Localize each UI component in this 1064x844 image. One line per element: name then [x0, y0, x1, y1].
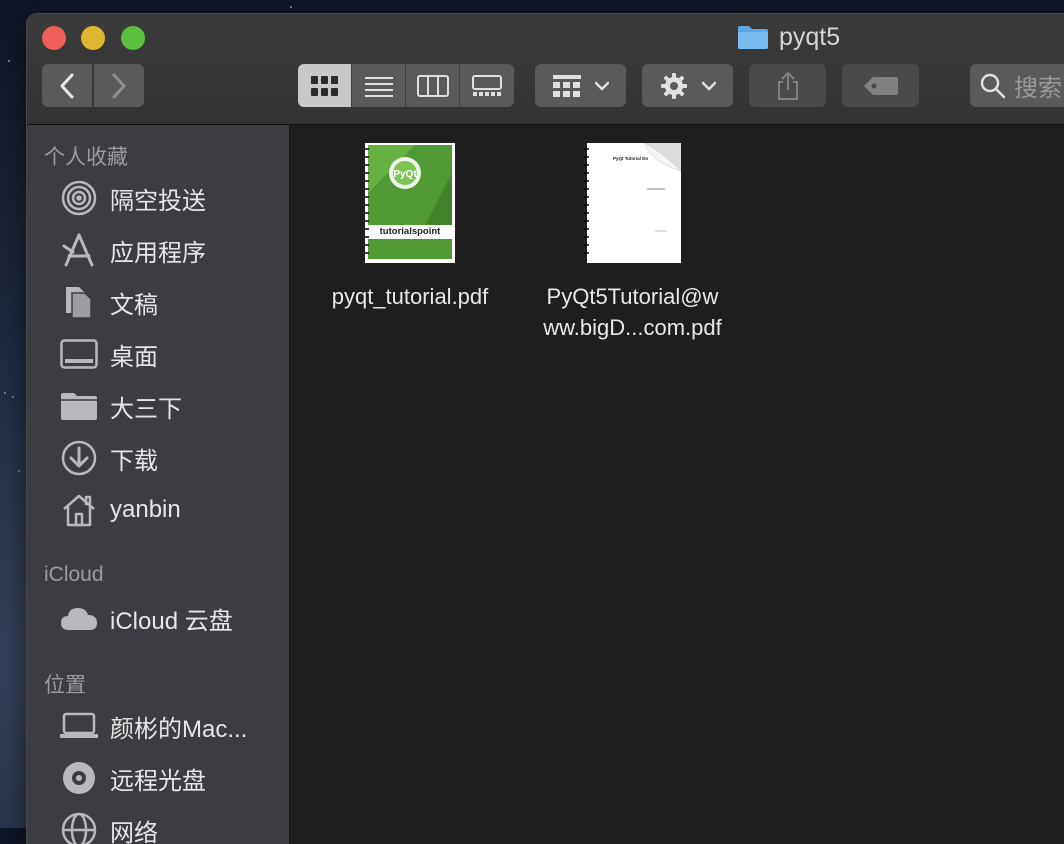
close-button[interactable] [42, 26, 66, 50]
cover-label: PyQt Tutorial Do [613, 156, 648, 161]
list-icon [364, 75, 394, 97]
search-field[interactable]: 搜索 [970, 64, 1064, 107]
tag-icon [863, 76, 899, 96]
sidebar-item-label: 网络 [110, 813, 158, 844]
chevron-left-icon [59, 73, 75, 99]
tag-button[interactable] [842, 64, 919, 107]
file-item[interactable]: PyQt Tutorial Do PyQt5Tutorial@w ww.bigD… [530, 143, 735, 343]
section-title-icloud: iCloud [44, 563, 104, 587]
sidebar-item-remote-disc[interactable]: 远程光盘 [60, 758, 206, 798]
gallery-icon [472, 75, 502, 97]
desktop-star [290, 6, 292, 8]
laptop-icon [60, 707, 98, 745]
documents-icon [60, 283, 98, 321]
sidebar-item-label: 远程光盘 [110, 761, 206, 796]
sidebar-item-label: 隔空投送 [110, 181, 206, 216]
sidebar-item-icloud-drive[interactable]: iCloud 云盘 [60, 598, 233, 638]
desktop-star [4, 392, 6, 394]
cover-label: PyQt [393, 169, 417, 180]
share-icon [776, 71, 800, 101]
group-by-button[interactable] [535, 64, 626, 107]
sidebar-item-airdrop[interactable]: 隔空投送 [60, 178, 206, 218]
forward-button[interactable] [94, 64, 144, 107]
downloads-icon [60, 439, 98, 477]
share-button[interactable] [749, 64, 826, 107]
search-placeholder: 搜索 [1014, 68, 1062, 103]
section-title-locations: 位置 [44, 669, 86, 699]
icon-view-button[interactable] [298, 64, 352, 107]
group-grid-icon [553, 75, 581, 97]
desktop-icon [60, 335, 98, 373]
file-browser: PyQt tutorialspoint pyqt_tutorial.pdf Py… [290, 125, 1064, 844]
airdrop-icon [60, 179, 98, 217]
file-name-line-2: ww.bigD...com.pdf [530, 312, 735, 343]
grid-icon [310, 75, 340, 97]
columns-icon [417, 75, 449, 97]
sidebar: 个人收藏 隔空投送 应用程序 [27, 125, 290, 844]
desktop-star [8, 60, 10, 62]
sidebar-item-applications[interactable]: 应用程序 [60, 230, 206, 270]
chevron-right-icon [111, 73, 127, 99]
sidebar-item-label: 桌面 [110, 337, 158, 372]
window-title: pyqt5 [737, 22, 840, 52]
sidebar-item-desktop[interactable]: 桌面 [60, 334, 158, 374]
gear-icon [660, 72, 688, 100]
list-view-button[interactable] [352, 64, 406, 107]
sidebar-item-label: 文稿 [110, 285, 158, 320]
sidebar-item-documents[interactable]: 文稿 [60, 282, 158, 322]
sidebar-item-label: 应用程序 [110, 233, 206, 268]
sidebar-item-network[interactable]: 网络 [60, 810, 158, 844]
sidebar-item-home[interactable]: yanbin [60, 490, 181, 530]
cover-brand: tutorialspoint [380, 226, 442, 237]
minimize-button[interactable] [81, 26, 105, 50]
toolbar: pyqt5 [27, 14, 1064, 125]
search-icon [980, 73, 1006, 99]
file-name: pyqt_tutorial.pdf [310, 281, 510, 312]
disc-icon [60, 759, 98, 797]
desktop-star [12, 396, 14, 398]
sidebar-item-label: yanbin [110, 496, 181, 524]
back-button[interactable] [42, 64, 92, 107]
sidebar-item-label: iCloud 云盘 [110, 601, 233, 636]
folder-icon [737, 24, 769, 50]
file-name-line-1: PyQt5Tutorial@w [530, 281, 735, 312]
cloud-icon [60, 599, 98, 637]
column-view-button[interactable] [406, 64, 460, 107]
pdf-thumbnail: PyQt Tutorial Do [585, 143, 681, 263]
chevron-down-icon [702, 81, 716, 91]
sidebar-item-mac[interactable]: 颜彬的Mac... [60, 706, 247, 746]
section-title-favorites: 个人收藏 [44, 141, 128, 171]
sidebar-item-downloads[interactable]: 下载 [60, 438, 158, 478]
sidebar-item-folder[interactable]: 大三下 [60, 386, 182, 426]
sidebar-item-label: 下载 [110, 441, 158, 476]
title-text: pyqt5 [779, 23, 840, 52]
sidebar-item-label: 颜彬的Mac... [110, 709, 247, 744]
sidebar-item-label: 大三下 [110, 389, 182, 424]
finder-window: pyqt5 [27, 14, 1064, 844]
pdf-thumbnail: PyQt tutorialspoint [365, 143, 455, 263]
chevron-down-icon [595, 81, 609, 91]
zoom-button[interactable] [121, 26, 145, 50]
file-item[interactable]: PyQt tutorialspoint pyqt_tutorial.pdf [310, 143, 510, 312]
home-icon [60, 491, 98, 529]
folder-icon [60, 387, 98, 425]
gallery-view-button[interactable] [460, 64, 514, 107]
view-mode-control [298, 64, 514, 107]
desktop-star [18, 470, 20, 472]
applications-icon [60, 231, 98, 269]
action-button[interactable] [642, 64, 733, 107]
